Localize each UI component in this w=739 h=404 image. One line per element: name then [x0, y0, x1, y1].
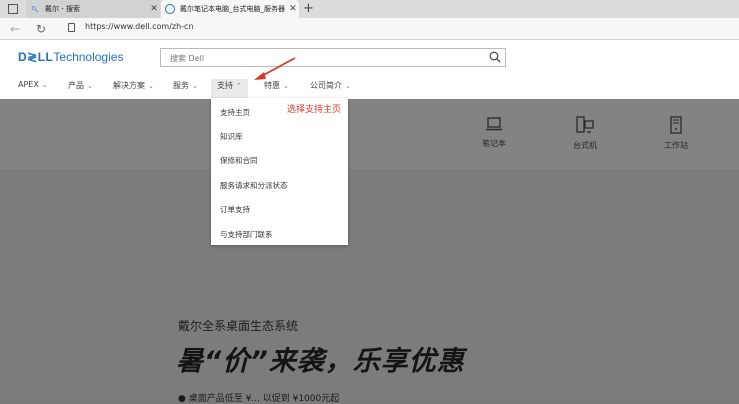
address-bar: ← ↻ https://www.dell.com/zh-cn	[0, 18, 739, 40]
annotation-text: 选择支持主页	[287, 105, 342, 115]
nav-label: APEX	[18, 80, 39, 89]
chevron-down-icon: ⌄	[192, 82, 198, 90]
category-label: 笔记本	[482, 139, 506, 148]
nav-support[interactable]: 支持 ⌃	[211, 79, 248, 98]
search-icon[interactable]	[489, 51, 501, 63]
desktop-icon	[576, 116, 594, 133]
window-menu-icon[interactable]	[8, 4, 18, 14]
category-label: 工作站	[664, 141, 688, 150]
category-desktop[interactable]: 台式机	[565, 116, 605, 151]
hero-section: 笔记本 台式机 工作站 戴尔全系桌面生态系统 暑“价”来袭，乐享优惠 ● 桌面产…	[0, 99, 739, 404]
back-arrow-icon[interactable]: ←	[10, 21, 20, 37]
search-icon: 🔍︎	[31, 5, 39, 13]
url-field[interactable]: https://www.dell.com/zh-cn	[85, 22, 194, 31]
new-tab-button[interactable]: +	[303, 1, 314, 17]
hero-bullet: ● 桌面产品低至 ¥... 以促到 ¥1000元起	[178, 394, 340, 404]
dropdown-item-service-requests[interactable]: 服务请求和分派状态	[220, 180, 288, 191]
tab-title: 戴尔笔记本电脑_台式电脑_服务器	[180, 5, 285, 13]
support-dropdown: 支持主页 知识库 保修和合同 服务请求和分派状态 订单支持 与支持部门联系	[211, 98, 348, 245]
annotation-arrow-icon	[254, 57, 296, 80]
nav-company[interactable]: 公司简介 ⌄	[310, 80, 351, 91]
dropdown-item-support-home[interactable]: 支持主页	[220, 107, 250, 118]
nav-label: 支持	[217, 81, 233, 90]
tab-strip: 🔍︎ 戴尔 - 搜索 ✕ 戴尔笔记本电脑_台式电脑_服务器 ✕ +	[0, 0, 739, 18]
tab-bing-search[interactable]: 🔍︎ 戴尔 - 搜索 ✕	[26, 0, 160, 18]
search-placeholder: 搜索 Dell	[170, 54, 205, 63]
chevron-down-icon: ⌄	[41, 81, 48, 89]
hero-subtitle: 戴尔全系桌面生态系统	[178, 319, 299, 333]
dropdown-item-knowledge-base[interactable]: 知识库	[220, 131, 243, 142]
search-input[interactable]: 搜索 Dell	[160, 48, 506, 67]
category-band: 笔记本 台式机 工作站	[0, 99, 739, 169]
dropdown-item-contact-support[interactable]: 与支持部门联系	[220, 229, 273, 240]
workstation-icon	[670, 116, 682, 134]
nav-services[interactable]: 服务 ⌄	[173, 80, 198, 91]
chevron-up-icon: ⌃	[236, 82, 242, 90]
category-laptop[interactable]: 笔记本	[474, 116, 514, 149]
nav-products[interactable]: 产品 ⌄	[68, 80, 93, 91]
nav-label: 解决方案	[113, 81, 145, 90]
hero-title: 暑“价”来袭，乐享优惠	[176, 346, 465, 377]
dell-logo[interactable]: D≷LLTechnologies	[18, 50, 123, 64]
dropdown-item-warranty[interactable]: 保修和合同	[220, 155, 258, 166]
category-label: 台式机	[573, 141, 597, 150]
nav-solutions[interactable]: 解决方案 ⌄	[113, 80, 154, 91]
site-header: D≷LLTechnologies 搜索 Dell APEX ⌄ 产品 ⌄ 解决方案 ⌄…	[0, 40, 739, 99]
chevron-down-icon: ⌄	[87, 82, 93, 90]
close-icon[interactable]: ✕	[287, 4, 299, 14]
reload-icon[interactable]: ↻	[36, 21, 46, 37]
chevron-down-icon: ⌄	[148, 82, 154, 90]
tab-dell[interactable]: 戴尔笔记本电脑_台式电脑_服务器 ✕	[161, 0, 299, 18]
lock-icon	[68, 23, 75, 32]
dell-favicon-icon	[165, 4, 175, 14]
tab-title: 戴尔 - 搜索	[45, 5, 80, 13]
dropdown-item-order-support[interactable]: 订单支持	[220, 204, 250, 215]
chevron-down-icon: ⌄	[345, 82, 351, 90]
close-icon[interactable]: ✕	[148, 4, 160, 14]
nav-apex[interactable]: APEX ⌄	[18, 80, 48, 89]
logo-text: Technologies	[53, 50, 124, 64]
nav-label: 服务	[173, 81, 189, 90]
nav-label: 公司简介	[310, 81, 342, 90]
laptop-icon	[486, 117, 502, 131]
nav-label: 产品	[68, 81, 84, 90]
logo-mark: D≷LL	[18, 50, 54, 64]
category-workstation[interactable]: 工作站	[656, 116, 696, 151]
